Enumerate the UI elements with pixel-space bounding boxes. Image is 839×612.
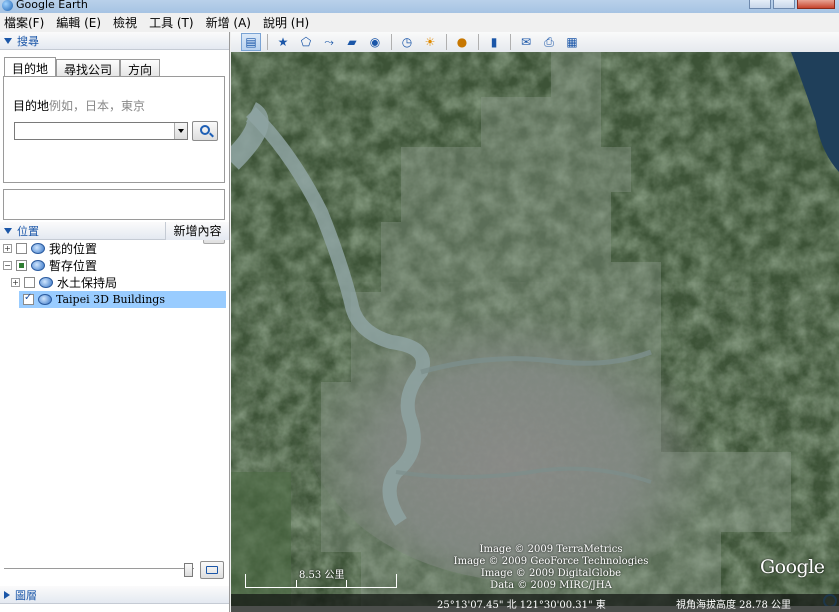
scale-bar: [245, 574, 397, 588]
email-icon[interactable]: ✉: [516, 33, 536, 51]
ruler-icon[interactable]: ▮: [484, 33, 504, 51]
menu-help[interactable]: 說明 (H): [263, 14, 309, 31]
print-icon[interactable]: ⎙: [539, 33, 559, 51]
menu-bar: 檔案(F) 編輯 (E) 檢視 工具 (T) 新增 (A) 說明 (H): [0, 13, 839, 32]
planets-icon[interactable]: ●: [452, 33, 472, 51]
folder-icon: [31, 260, 45, 271]
search-results-list[interactable]: [3, 189, 225, 220]
tree-item-label: 我的位置: [49, 242, 98, 256]
eye-altitude: 視角海拔高度 28.78 公里: [676, 600, 791, 611]
tour-slider-track[interactable]: [4, 568, 194, 571]
places-panel-title: 位置: [17, 224, 39, 238]
search-form: 目的地例如，日本，東京: [3, 76, 225, 183]
imagery-attribution: Image © 2009 TerraMetrics Image © 2009 G…: [431, 544, 671, 592]
status-bar: 25°13'07.45" 北 121°30'00.31" 東 視角海拔高度 28…: [231, 594, 839, 612]
search-hint: 例如，日本，東京: [49, 99, 146, 113]
tree-item-label: Taipei 3D Buildings: [56, 293, 165, 306]
menu-view[interactable]: 檢視: [113, 14, 137, 31]
layers-panel-title: 圖層: [15, 588, 37, 602]
menu-edit[interactable]: 編輯 (E): [56, 14, 101, 31]
path-icon[interactable]: ⤳: [319, 33, 339, 51]
minimize-button[interactable]: [749, 0, 771, 9]
add-content-button[interactable]: 新增內容: [165, 222, 229, 240]
view-in-maps-icon[interactable]: ▦: [562, 33, 582, 51]
tab-directions[interactable]: 方向: [120, 59, 161, 77]
layers-panel-header[interactable]: 圖層: [0, 586, 229, 604]
visibility-checkbox[interactable]: [24, 277, 35, 288]
satellite-imagery: [231, 52, 839, 606]
tree-item-soil-conservation[interactable]: + 水土保持局: [11, 274, 117, 291]
google-logo: Google: [760, 556, 825, 578]
historical-imagery-icon[interactable]: ◷: [397, 33, 417, 51]
menu-file[interactable]: 檔案(F): [4, 14, 44, 31]
search-input[interactable]: [14, 122, 188, 140]
close-window-button[interactable]: [797, 0, 835, 9]
search-panel-header[interactable]: 搜尋: [0, 32, 229, 50]
tab-fly-to[interactable]: 目的地: [4, 57, 57, 77]
visibility-checkbox[interactable]: [16, 243, 27, 254]
tree-item-my-places[interactable]: + 我的位置: [3, 240, 97, 257]
sunlight-icon[interactable]: ☀: [420, 33, 440, 51]
maximize-button[interactable]: [773, 0, 795, 9]
tree-item-taipei-3d-buildings[interactable]: Taipei 3D Buildings: [19, 291, 226, 308]
menu-add[interactable]: 新增 (A): [206, 14, 251, 31]
image-overlay-icon[interactable]: ▰: [342, 33, 362, 51]
google-earth-icon: [2, 0, 13, 11]
search-button[interactable]: [192, 121, 218, 141]
search-tabs: 目的地 尋找公司 方向: [4, 57, 161, 77]
tree-item-label: 水土保持局: [57, 276, 118, 290]
search-panel-title: 搜尋: [17, 34, 39, 48]
folder-icon: [39, 277, 53, 288]
visibility-checkbox[interactable]: [16, 260, 27, 271]
attribution-line: Image © 2009 DigitalGlobe: [480, 568, 622, 579]
attribution-line: Image © 2009 GeoForce Technologies: [453, 556, 649, 567]
record-tour-icon[interactable]: ◉: [365, 33, 385, 51]
menu-tools[interactable]: 工具 (T): [149, 14, 194, 31]
earth-map-view[interactable]: 8.53 公里 Image © 2009 TerraMetrics Image …: [231, 52, 839, 606]
collapse-icon[interactable]: −: [3, 261, 12, 270]
tour-slider-thumb[interactable]: [184, 563, 193, 577]
title-bar: Google Earth: [0, 0, 839, 13]
tab-find-business[interactable]: 尋找公司: [56, 59, 121, 77]
map-toolbar: ▤ ★ ⬠ ⤳ ▰ ◉ ◷ ☀ ● ▮ ✉ ⎙ ▦: [231, 32, 839, 52]
visibility-checkbox[interactable]: [23, 292, 34, 305]
layer-icon: [38, 294, 52, 305]
tree-item-label: 暫存位置: [49, 259, 98, 273]
search-label: 目的地例如，日本，東京: [13, 97, 145, 114]
sidebar: 搜尋 目的地 尋找公司 方向 目的地例如，日本，東京 ✕ 位置 新增內容 + 我…: [0, 32, 230, 612]
play-tour-button[interactable]: [200, 561, 224, 579]
window-controls: [749, 0, 835, 9]
sidebar-toggle-icon[interactable]: ▤: [241, 33, 261, 51]
attribution-line: Image © 2009 TerraMetrics: [479, 544, 623, 555]
pointer-coordinates: 25°13'07.45" 北 121°30'00.31" 東: [437, 600, 606, 611]
expand-icon[interactable]: +: [11, 278, 20, 287]
folder-icon: [31, 243, 45, 254]
expand-icon[interactable]: +: [3, 244, 12, 253]
placemark-icon[interactable]: ★: [273, 33, 293, 51]
window-title: Google Earth: [16, 0, 88, 11]
expand-triangle-icon: [4, 590, 10, 599]
fly-to-label: 目的地: [13, 99, 50, 113]
tour-icon: [206, 566, 218, 574]
collapse-triangle-icon: [4, 227, 12, 234]
attribution-line: Data © 2009 MIRC/JHA: [490, 580, 612, 591]
tree-item-temporary-places[interactable]: − 暫存位置: [3, 257, 97, 274]
collapse-triangle-icon: [4, 37, 12, 44]
polygon-icon[interactable]: ⬠: [296, 33, 316, 51]
chevron-down-icon[interactable]: [174, 123, 187, 139]
